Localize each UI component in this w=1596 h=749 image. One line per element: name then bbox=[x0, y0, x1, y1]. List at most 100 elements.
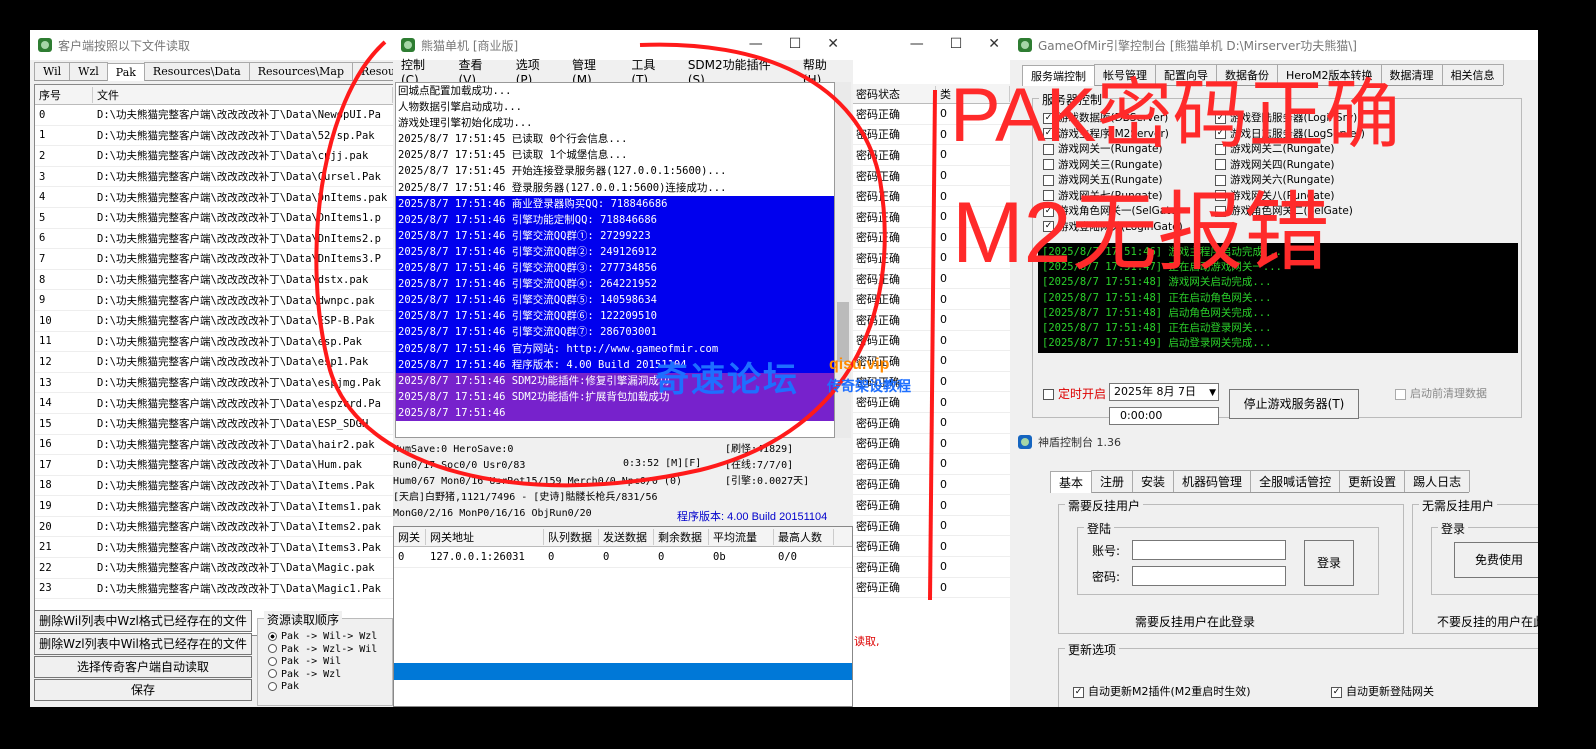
close-icon[interactable]: ✕ bbox=[827, 36, 839, 52]
shield-tab[interactable]: 更新设置 bbox=[1339, 470, 1406, 492]
client-tab[interactable]: Wil bbox=[34, 62, 71, 80]
control-tab[interactable]: 相关信息 bbox=[1441, 64, 1504, 85]
checkbox[interactable] bbox=[1215, 174, 1226, 186]
radio-icon[interactable] bbox=[268, 681, 277, 691]
log-line: 2025/8/7 17:51:46 商业登录器购买QQ: 718846686 bbox=[396, 195, 834, 212]
table-row[interactable]: 7 D:\功夫熊猫完整客户端\改改改改补丁\Data\DnItems3.P bbox=[35, 249, 393, 270]
gate-column-header: 队列数据 bbox=[544, 528, 599, 545]
update-m2-checkbox[interactable]: ✓ bbox=[1073, 686, 1084, 698]
chevron-down-icon[interactable]: ▼ bbox=[1209, 385, 1216, 401]
maximize-icon[interactable]: ☐ bbox=[950, 36, 963, 52]
update-m2-check[interactable]: ✓ 自动更新M2插件(M2重启时生效) bbox=[1073, 683, 1251, 699]
shield-logo-icon bbox=[1018, 435, 1032, 449]
update-gate-check[interactable]: ✓ 自动更新登陆网关 bbox=[1331, 683, 1434, 699]
table-row[interactable]: 23 D:\功夫熊猫完整客户端\改改改改补丁\Data\Magic1.Pak bbox=[35, 579, 393, 600]
radio-icon[interactable] bbox=[268, 669, 277, 678]
engine-window-title: 熊猫单机 [商业版] bbox=[421, 38, 519, 53]
shield-tab[interactable]: 踢人日志 bbox=[1404, 470, 1471, 492]
table-row[interactable]: 21 D:\功夫熊猫完整客户端\改改改改补丁\Data\Items3.Pak bbox=[35, 537, 393, 559]
read-order-option[interactable]: Pak -> Wzl-> Wil bbox=[268, 644, 392, 657]
table-row[interactable]: 12 D:\功夫熊猫完整客户端\改改改改补丁\Data\esp1.Pak bbox=[35, 352, 393, 373]
log-line: 2025/8/7 17:51:46 引擎交流QQ群②: 249126912 bbox=[396, 243, 834, 261]
table-row[interactable]: 2 D:\功夫熊猫完整客户端\改改改改补丁\Data\cnjj.pak bbox=[35, 146, 393, 167]
read-order-option[interactable]: Pak -> Wzl bbox=[268, 669, 392, 682]
client-tab[interactable]: Wzl bbox=[69, 62, 108, 80]
table-row[interactable]: 4 D:\功夫熊猫完整客户端\改改改改补丁\Data\DnItems.pak bbox=[35, 187, 393, 208]
free-use-button[interactable]: 免费使用 bbox=[1454, 542, 1538, 578]
timer-check[interactable]: 定时开启 bbox=[1043, 385, 1106, 402]
checkbox[interactable] bbox=[1043, 159, 1054, 170]
clean-checkbox[interactable] bbox=[1395, 388, 1406, 400]
radio-icon[interactable] bbox=[268, 656, 277, 666]
client-tab[interactable]: Resou bbox=[352, 62, 394, 80]
gate-cell: 0 bbox=[658, 550, 665, 563]
radio-icon[interactable] bbox=[268, 631, 277, 641]
read-order-option[interactable]: Pak -> Wil-> Wzl bbox=[268, 631, 392, 644]
table-row[interactable]: 19 D:\功夫熊猫完整客户端\改改改改补丁\Data\Items1.pak bbox=[35, 496, 393, 517]
login-button[interactable]: 登录 bbox=[1304, 540, 1354, 586]
shield-tab[interactable]: 机器码管理 bbox=[1173, 470, 1252, 492]
table-row[interactable]: 3 D:\功夫熊猫完整客户端\改改改改补丁\Data\Cursel.Pak bbox=[35, 167, 393, 188]
date-picker[interactable]: 2025年 8月 7日 ▼ bbox=[1109, 383, 1219, 401]
clean-check[interactable]: 启动前清理数据 bbox=[1395, 385, 1487, 401]
gate-column-header: 网关地址 bbox=[426, 528, 544, 545]
table-row[interactable]: 18 D:\功夫熊猫完整客户端\改改改改补丁\Data\Items.Pak bbox=[35, 476, 393, 497]
gate-row[interactable]: 0 127.0.0.1:26031 0 0 0 0b 0/0 bbox=[394, 547, 852, 568]
shield-tab[interactable]: 安装 bbox=[1132, 470, 1175, 492]
engine-status-line: MonG0/2/16 MonP0/16/16 ObjRun0/20 bbox=[393, 508, 592, 519]
table-row[interactable]: 1 D:\功夫熊猫完整客户端\改改改改补丁\Data\52.sp.Pak bbox=[35, 126, 393, 147]
password-input[interactable] bbox=[1132, 566, 1286, 586]
table-row[interactable]: 11 D:\功夫熊猫完整客户端\改改改改补丁\Data\esp.Pak bbox=[35, 332, 393, 353]
password-status: 密码正确 bbox=[856, 128, 900, 142]
client-tab[interactable]: Pak bbox=[106, 63, 145, 81]
table-row[interactable]: 0 D:\功夫熊猫完整客户端\改改改改补丁\Data\NewopUI.Pa bbox=[35, 105, 393, 126]
table-row[interactable]: 15 D:\功夫熊猫完整客户端\改改改改补丁\Data\ESP_SDGH bbox=[35, 414, 393, 435]
close-icon[interactable]: ✕ bbox=[988, 36, 1000, 52]
table-row[interactable]: 10 D:\功夫熊猫完整客户端\改改改改补丁\Data\ESP-B.Pak bbox=[35, 311, 393, 332]
table-row[interactable]: 16 D:\功夫熊猫完整客户端\改改改改补丁\Data\hair2.pak bbox=[35, 435, 393, 456]
table-row[interactable]: 9 D:\功夫熊猫完整客户端\改改改改补丁\Data\dwnpc.pak bbox=[35, 290, 393, 311]
gate-column-header: 最高人数 bbox=[774, 528, 834, 545]
client-action-button[interactable]: 保存 bbox=[34, 679, 252, 701]
account-input[interactable] bbox=[1132, 540, 1286, 560]
client-action-button[interactable]: 选择传奇客户端自动读取 bbox=[34, 656, 252, 678]
status-window-titlebar: — ☐ ✕ bbox=[852, 30, 1010, 60]
timer-checkbox[interactable] bbox=[1043, 389, 1054, 400]
status-row: 密码正确 0 bbox=[852, 413, 1010, 434]
table-row[interactable]: 17 D:\功夫熊猫完整客户端\改改改改补丁\Data\Hum.pak bbox=[35, 455, 393, 476]
table-row[interactable]: 22 D:\功夫熊猫完整客户端\改改改改补丁\Data\Magic.pak bbox=[35, 558, 393, 579]
engine-counter: [在线:7/7/0] bbox=[725, 460, 794, 471]
client-tab[interactable]: Resources\Data bbox=[143, 62, 250, 80]
checkbox[interactable] bbox=[1215, 159, 1226, 170]
minimize-icon[interactable]: — bbox=[749, 36, 763, 52]
checkbox[interactable] bbox=[1043, 174, 1054, 186]
row-file: D:\功夫熊猫完整客户端\改改改改补丁\Data\Magic.pak bbox=[97, 562, 375, 575]
radio-icon[interactable] bbox=[268, 644, 277, 653]
read-order-text: Pak -> Wzl bbox=[281, 668, 342, 680]
update-gate-checkbox[interactable]: ✓ bbox=[1331, 686, 1342, 698]
read-order-option[interactable]: Pak bbox=[268, 681, 392, 694]
server-check[interactable]: 游戏网关四(Rungate) bbox=[1215, 158, 1365, 174]
client-tab[interactable]: Resources\Map bbox=[248, 62, 353, 80]
minimize-icon[interactable]: — bbox=[910, 36, 924, 52]
read-order-text: Pak -> Wil-> Wzl bbox=[281, 631, 378, 642]
table-row[interactable]: 5 D:\功夫熊猫完整客户端\改改改改补丁\Data\DnItems1.p bbox=[35, 208, 393, 229]
table-row[interactable]: 13 D:\功夫熊猫完整客户端\改改改改补丁\Data\espjmg.Pak bbox=[35, 373, 393, 394]
maximize-icon[interactable]: ☐ bbox=[789, 36, 802, 52]
read-order-option[interactable]: Pak -> Wil bbox=[268, 656, 392, 669]
selected-gate-row[interactable] bbox=[394, 663, 852, 680]
client-action-button[interactable]: 删除Wzl列表中Wil格式已经存在的文件 bbox=[34, 633, 252, 655]
server-check[interactable]: 游戏网关三(Rungate) bbox=[1043, 158, 1183, 174]
table-row[interactable]: 6 D:\功夫熊猫完整客户端\改改改改补丁\Data\DnItems2.p bbox=[35, 229, 393, 250]
shield-tab[interactable]: 注册 bbox=[1091, 470, 1134, 492]
shield-tab[interactable]: 基本 bbox=[1050, 471, 1093, 493]
shield-tab[interactable]: 全服喊话管控 bbox=[1250, 470, 1341, 492]
shield-tabs: 基本 注册 安装 机器码管理 全服喊话管控 更新设置 踢人日志 bbox=[1050, 470, 1471, 493]
time-picker[interactable]: 0:00:00 bbox=[1109, 407, 1219, 425]
table-row[interactable]: 14 D:\功夫熊猫完整客户端\改改改改补丁\Data\espzcrd.Pa bbox=[35, 393, 393, 414]
stop-server-button[interactable]: 停止游戏服务器(T) bbox=[1229, 389, 1359, 419]
password-status: 密码正确 bbox=[856, 416, 900, 430]
table-row[interactable]: 8 D:\功夫熊猫完整客户端\改改改改补丁\Data\dstx.pak bbox=[35, 270, 393, 291]
client-action-button[interactable]: 删除Wil列表中Wzl格式已经存在的文件 bbox=[34, 610, 252, 632]
table-row[interactable]: 20 D:\功夫熊猫完整客户端\改改改改补丁\Data\Items2.pak bbox=[35, 517, 393, 538]
